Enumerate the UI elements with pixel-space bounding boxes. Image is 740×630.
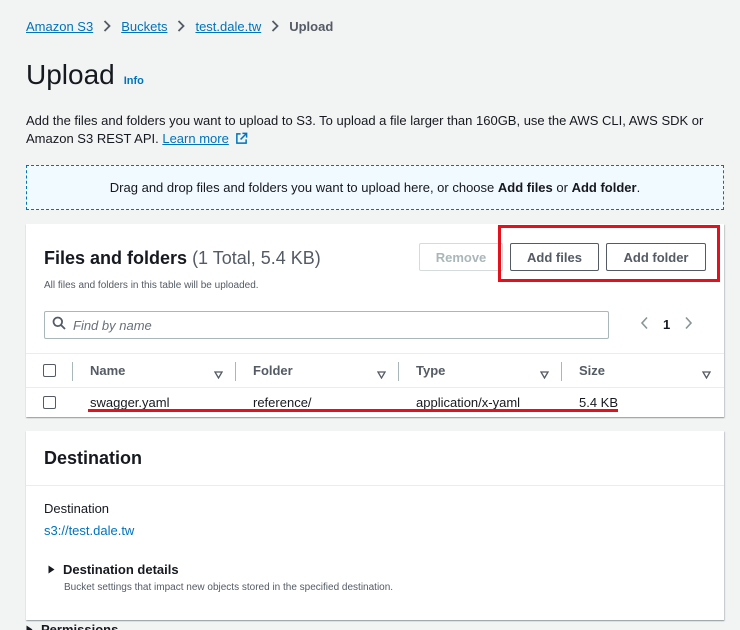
chevron-right-icon [93,20,121,32]
breadcrumb-amazon-s3[interactable]: Amazon S3 [26,19,93,34]
divider [26,485,724,486]
dropzone-text: Drag and drop files and folders you want… [109,180,498,195]
destination-panel: Destination Destination s3://test.dale.t… [26,431,724,620]
permissions-section-title: Permissions [41,622,119,630]
column-header-name[interactable]: Name [90,354,125,387]
files-and-folders-panel: Files and folders (1 Total, 5.4 KB) All … [26,224,724,417]
destination-details-subtitle: Bucket settings that impact new objects … [64,582,394,593]
caret-right-icon [48,562,55,577]
select-all-checkbox[interactable] [43,364,56,377]
dropzone-add-files: Add files [497,180,553,195]
learn-more-link[interactable]: Learn more [162,131,228,146]
breadcrumb-buckets[interactable]: Buckets [121,19,167,34]
pagination: 1 [640,316,693,333]
row-select-cell [43,388,56,416]
sort-caret-icon[interactable] [539,367,550,382]
column-header-type[interactable]: Type [416,354,445,387]
highlight-annotation-box [498,225,720,282]
table-header: Name Folder Type Size [26,353,724,388]
destination-panel-title: Destination [44,448,143,468]
chevron-right-icon[interactable] [684,316,693,333]
dropzone-add-folder: Add folder [571,180,637,195]
page-description: Add the files and folders you want to up… [26,112,726,150]
column-divider[interactable] [398,362,399,381]
page-number[interactable]: 1 [663,317,670,332]
description-text: Add the files and folders you want to up… [26,113,704,146]
files-panel-title-text: Files and folders [44,248,188,268]
breadcrumb-bucket[interactable]: test.dale.tw [195,19,261,34]
search-box [44,311,609,339]
chevron-left-icon[interactable] [640,316,649,333]
select-all-cell [43,354,56,387]
remove-button[interactable]: Remove [419,243,503,271]
permissions-section-toggle[interactable]: Permissions [26,622,118,630]
highlight-underline [88,409,618,412]
column-divider [72,362,73,381]
destination-details-toggle[interactable]: Destination details [48,562,179,577]
search-icon [52,316,66,335]
destination-details-title: Destination details [63,562,179,577]
search-input[interactable] [73,317,573,333]
page-title: Upload [26,59,115,90]
row-checkbox[interactable] [43,395,56,409]
dropzone-period: . [636,180,641,195]
sort-caret-icon[interactable] [213,367,224,382]
breadcrumb-current: Upload [289,18,334,34]
upload-dropzone[interactable]: Drag and drop files and folders you want… [26,165,724,210]
external-link-icon [235,132,248,150]
files-panel-count: (1 Total, 5.4 KB) [192,248,321,268]
caret-right-icon [26,622,33,630]
files-panel-subtitle: All files and folders in this table will… [44,280,259,291]
chevron-right-icon [261,20,289,32]
column-divider[interactable] [235,362,236,381]
column-header-folder[interactable]: Folder [253,354,293,387]
column-header-size[interactable]: Size [579,354,605,387]
breadcrumb: Amazon S3 Buckets test.dale.tw Upload [26,17,333,35]
column-divider[interactable] [561,362,562,381]
dropzone-or: or [552,180,572,195]
sort-caret-icon[interactable] [701,367,712,382]
sort-caret-icon[interactable] [376,367,387,382]
info-link[interactable]: Info [124,64,144,98]
destination-link[interactable]: s3://test.dale.tw [44,523,134,538]
destination-label: Destination [44,501,110,516]
page-title-row: Upload Info [26,58,144,98]
chevron-right-icon [167,20,195,32]
files-panel-title: Files and folders (1 Total, 5.4 KB) [44,247,321,269]
